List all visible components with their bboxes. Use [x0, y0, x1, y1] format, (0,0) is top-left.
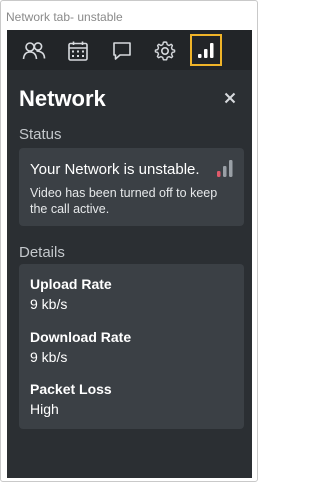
upload-rate-value: 9 kb/s — [30, 296, 68, 312]
upload-rate-label: Upload Rate — [30, 276, 112, 292]
side-panel: Network Status Your Network is unstable.… — [7, 30, 252, 478]
weak-signal-icon — [217, 160, 233, 177]
network-panel: Network Status Your Network is unstable.… — [7, 70, 252, 478]
status-detail: Video has been turned off to keep the ca… — [30, 186, 218, 216]
download-rate-value: 9 kb/s — [30, 349, 68, 365]
details-section-label: Details — [19, 244, 65, 261]
signal-bar — [217, 171, 221, 177]
signal-bar — [229, 160, 233, 177]
panel-toolbar — [7, 30, 252, 70]
network-signal-icon[interactable] — [190, 34, 222, 66]
calendar-icon[interactable] — [63, 36, 93, 66]
download-rate-label: Download Rate — [30, 329, 132, 345]
panel-title: Network — [19, 86, 106, 111]
chat-icon[interactable] — [107, 36, 137, 66]
settings-icon[interactable] — [150, 36, 180, 66]
window-caption: Network tab- unstable — [6, 10, 123, 24]
close-icon[interactable] — [220, 88, 240, 108]
status-message: Your Network is unstable. — [30, 161, 200, 178]
packet-loss-label: Packet Loss — [30, 381, 112, 397]
status-card: Your Network is unstable. Video has been… — [19, 148, 244, 226]
participants-icon[interactable] — [19, 36, 49, 66]
signal-bar — [223, 166, 227, 177]
status-section-label: Status — [19, 126, 62, 143]
details-card: Upload Rate 9 kb/s Download Rate 9 kb/s … — [19, 264, 244, 429]
window-frame: Network tab- unstable Network Status You… — [0, 0, 258, 482]
packet-loss-value: High — [30, 401, 59, 417]
